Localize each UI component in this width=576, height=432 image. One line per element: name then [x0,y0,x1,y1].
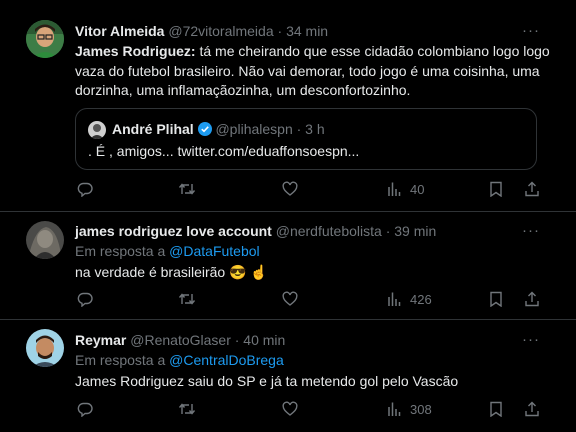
tweet-header: Vitor Almeida @72vitoralmeida · 34 min [75,23,328,39]
quote-author-name: André Plihal [112,121,194,137]
share-button[interactable] [524,401,540,417]
tweet-actions: 40 [75,181,550,199]
reply-to-link[interactable]: @CentralDoBrega [169,352,284,368]
retweet-button[interactable] [178,401,196,417]
timestamp[interactable]: · 34 min [278,23,329,39]
author-handle[interactable]: @nerdfutebolista [276,223,382,239]
avatar[interactable] [26,221,64,259]
retweet-icon [178,293,196,305]
like-icon [282,291,298,306]
quote-author-handle: @plihalespn [215,121,293,137]
like-icon [282,181,298,196]
retweet-icon [178,183,196,195]
reply-context: Em resposta a @DataFutebol [75,243,260,259]
tweet[interactable]: james rodriguez love account @nerdfutebo… [0,212,576,320]
quote-text: . É , amigos... twitter.com/eduaffonsoes… [88,143,360,159]
bookmark-button[interactable] [489,401,503,417]
author-name[interactable]: Vitor Almeida [75,23,164,39]
like-button[interactable] [282,291,298,307]
tweet-actions: 308 [75,401,550,419]
bookmark-icon [490,291,502,307]
more-icon[interactable]: ··· [522,22,540,39]
tweet-header: james rodriguez love account @nerdfutebo… [75,223,436,239]
bookmark-icon [490,181,502,197]
views-icon [388,182,401,196]
views-icon [388,402,401,416]
avatar[interactable] [26,20,64,58]
share-button[interactable] [524,181,540,197]
avatar[interactable] [26,329,64,367]
bookmark-icon [490,401,502,417]
timestamp[interactable]: · 39 min [386,223,437,239]
retweet-button[interactable] [178,291,196,307]
like-icon [282,401,298,416]
tweet-text: James Rodriguez saiu do SP e já ta meten… [75,373,459,389]
tweet-actions: 426 [75,291,550,309]
retweet-button[interactable] [178,181,196,197]
reply-prefix: Em resposta a [75,352,170,368]
views-count: 40 [410,181,425,197]
tweet[interactable]: Reymar @RenatoGlaser · 40 min ··· Em res… [0,320,576,432]
author-name[interactable]: Reymar [75,332,126,348]
tweet[interactable]: Vitor Almeida @72vitoralmeida · 34 min ·… [0,0,576,212]
tweet-text: na verdade é brasileirão 😎 ☝ [75,264,268,280]
reply-context: Em resposta a @CentralDoBrega [75,352,284,368]
views-button[interactable]: 308 [386,401,432,417]
views-button[interactable]: 40 [386,181,424,197]
tweet-header: Reymar @RenatoGlaser · 40 min [75,332,285,348]
reply-button[interactable] [77,401,93,417]
like-button[interactable] [282,401,298,417]
reply-icon [77,402,93,417]
more-icon[interactable]: ··· [522,331,540,348]
share-icon [525,401,539,417]
quote-avatar [88,121,106,139]
quote-header: André Plihal @plihalespn · 3 h [112,121,325,139]
share-button[interactable] [524,291,540,307]
views-button[interactable]: 426 [386,291,432,307]
more-icon[interactable]: ··· [522,222,540,239]
verified-icon [197,122,212,139]
retweet-icon [178,403,196,415]
author-name[interactable]: james rodriguez love account [75,223,272,239]
reply-icon [77,182,93,197]
views-icon [388,292,401,306]
bookmark-button[interactable] [489,181,503,197]
timestamp[interactable]: · 40 min [235,332,286,348]
reply-prefix: Em resposta a [75,243,170,259]
reply-button[interactable] [77,291,93,307]
views-count: 426 [410,291,432,307]
like-button[interactable] [282,181,298,197]
share-icon [525,181,539,197]
tweet-text-bold: James Rodriguez: [75,43,196,59]
bookmark-button[interactable] [489,291,503,307]
tweet-text: James Rodriguez: tá me cheirando que ess… [75,42,550,101]
author-handle[interactable]: @RenatoGlaser [130,332,231,348]
reply-icon [77,292,93,307]
share-icon [525,291,539,307]
views-count: 308 [410,401,432,417]
quoted-tweet[interactable]: André Plihal @plihalespn · 3 h . É , ami… [75,108,537,170]
reply-to-link[interactable]: @DataFutebol [169,243,259,259]
author-handle[interactable]: @72vitoralmeida [168,23,273,39]
quote-timestamp: · 3 h [296,121,325,137]
reply-button[interactable] [77,181,93,197]
